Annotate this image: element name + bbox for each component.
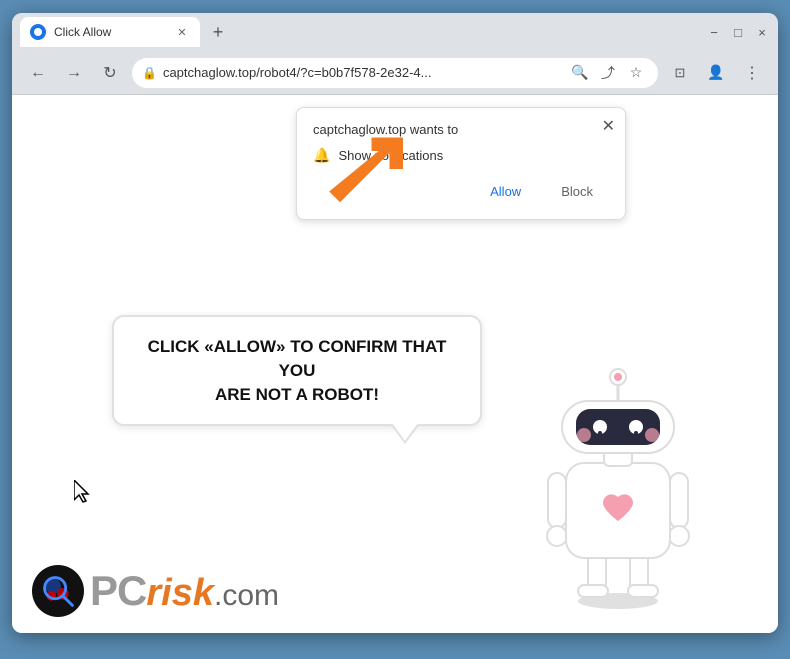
block-button[interactable]: Block — [545, 178, 609, 205]
pcrisk-icon — [32, 565, 84, 617]
mouse-cursor — [74, 480, 94, 509]
pcrisk-text: PC risk .com — [90, 570, 279, 612]
share-icon[interactable]: ⤴ — [596, 61, 620, 85]
forward-button[interactable]: → — [60, 59, 88, 87]
bubble-text: CLICK «ALLOW» TO CONFIRM THAT YOU ARE NO… — [136, 335, 458, 406]
speech-bubble: CLICK «ALLOW» TO CONFIRM THAT YOU ARE NO… — [112, 315, 482, 426]
tab-favicon — [30, 24, 46, 40]
pc-text: PC — [90, 570, 146, 612]
url-bar[interactable]: 🔒 captchaglow.top/robot4/?c=b0b7f578-2e3… — [132, 58, 658, 88]
title-bar: Click Allow ✕ + − □ × — [12, 13, 778, 51]
window-controls: − □ × — [706, 24, 770, 40]
page-content: ✕ captchaglow.top wants to 🔔 Show notifi… — [12, 95, 778, 633]
minimize-button[interactable]: − — [706, 24, 722, 40]
extensions-button[interactable]: ⊡ — [666, 59, 694, 87]
maximize-button[interactable]: □ — [730, 24, 746, 40]
back-button[interactable]: ← — [24, 59, 52, 87]
allow-button[interactable]: Allow — [474, 178, 537, 205]
popup-close-button[interactable]: ✕ — [602, 116, 615, 136]
menu-button[interactable]: ⋮ — [738, 59, 766, 87]
new-tab-button[interactable]: + — [204, 18, 232, 46]
address-bar: ← → ↻ 🔒 captchaglow.top/robot4/?c=b0b7f5… — [12, 51, 778, 95]
profile-button[interactable]: 👤 — [702, 59, 730, 87]
robot-character — [518, 353, 718, 613]
bookmark-icon[interactable]: ☆ — [624, 61, 648, 85]
tab-title: Click Allow — [54, 25, 166, 39]
close-button[interactable]: × — [754, 24, 770, 40]
url-actions: 🔍 ⤴ ☆ — [568, 61, 648, 85]
url-text: captchaglow.top/robot4/?c=b0b7f578-2e32-… — [163, 65, 562, 80]
risk-text: risk — [146, 574, 214, 612]
tab-area: Click Allow ✕ + — [20, 13, 706, 51]
pcrisk-logo: PC risk .com — [32, 565, 279, 617]
search-icon[interactable]: 🔍 — [568, 61, 592, 85]
orange-arrow — [322, 133, 412, 228]
browser-window: Click Allow ✕ + − □ × ← → ↻ � — [12, 13, 778, 633]
com-text: .com — [214, 581, 279, 611]
browser-tab[interactable]: Click Allow ✕ — [20, 17, 200, 47]
lock-icon: 🔒 — [142, 66, 157, 80]
tab-close-button[interactable]: ✕ — [174, 24, 190, 40]
refresh-button[interactable]: ↻ — [96, 59, 124, 87]
